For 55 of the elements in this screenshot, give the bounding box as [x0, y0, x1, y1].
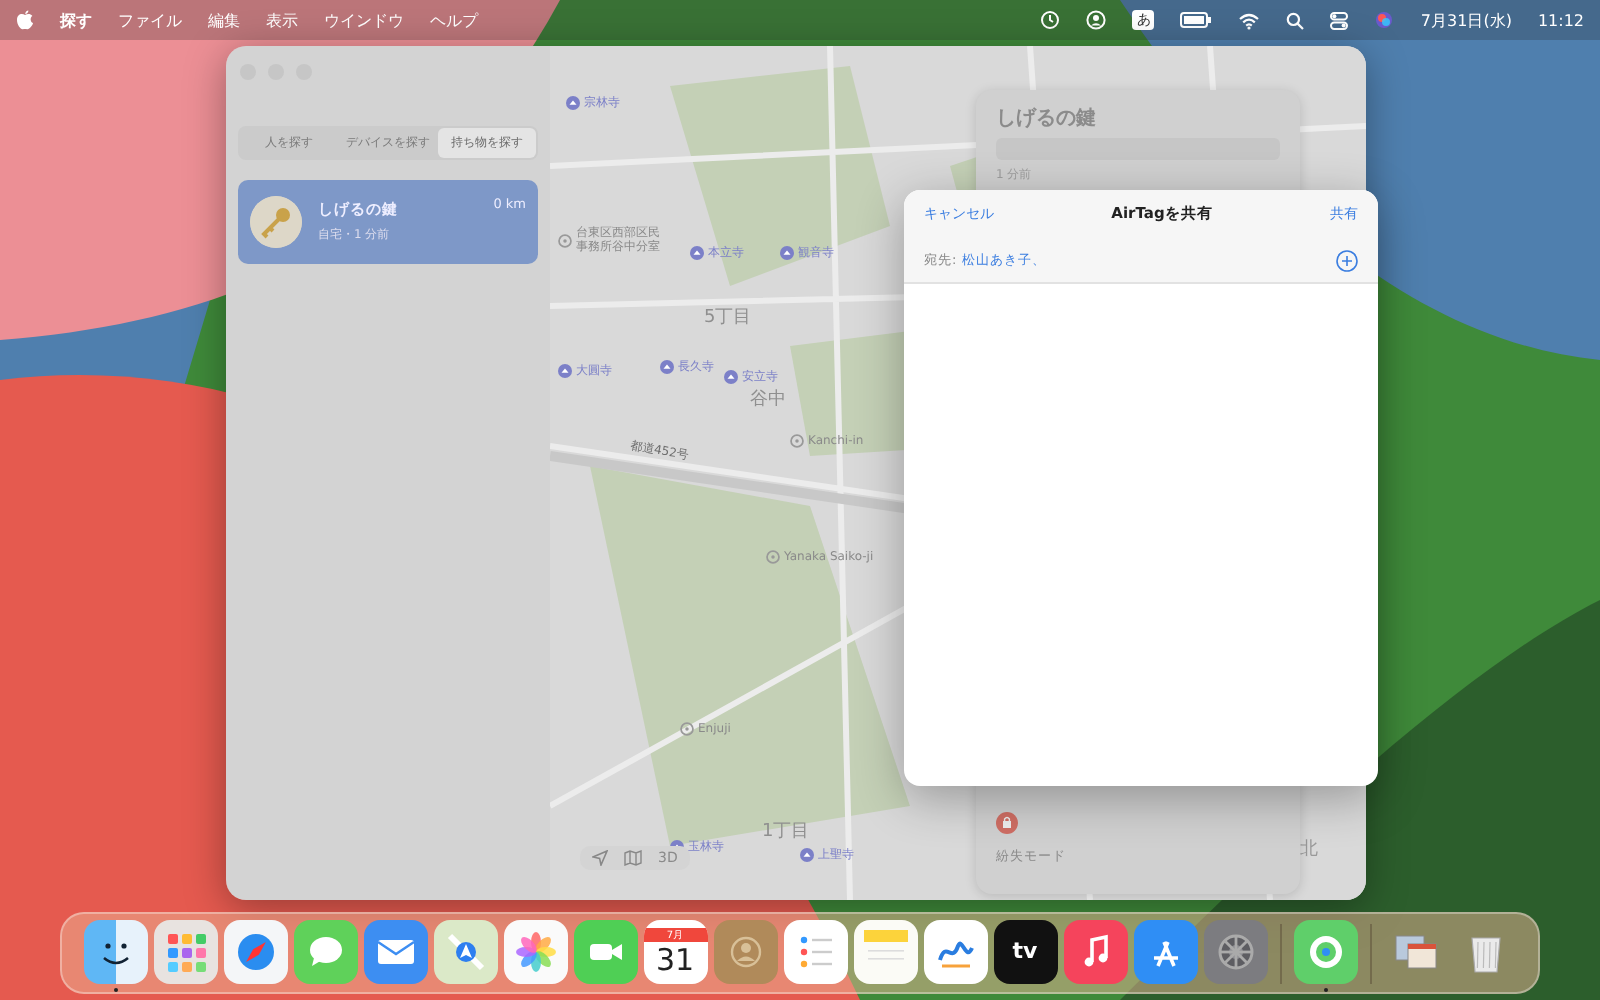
checklist-icon[interactable]: [783, 919, 847, 983]
compass-icon[interactable]: [223, 919, 287, 983]
chat-bubble-icon[interactable]: [293, 919, 357, 983]
menu-bar-clock[interactable]: 11:12: [1537, 11, 1584, 29]
temple-icon: [780, 246, 794, 260]
map-label: 谷中: [750, 387, 786, 412]
menu-item[interactable]: ウインドウ: [324, 9, 404, 31]
temple-icon: [566, 96, 580, 110]
search-icon[interactable]: [1286, 11, 1305, 29]
menu-item[interactable]: 編集: [208, 9, 240, 31]
notepad-icon[interactable]: [853, 919, 917, 983]
running-indicator: [113, 987, 117, 991]
video-camera-icon[interactable]: [573, 919, 637, 983]
envelope-icon[interactable]: [363, 919, 427, 983]
menu-bar-date[interactable]: 7月31日(水): [1420, 9, 1512, 31]
battery-icon[interactable]: [1180, 12, 1213, 28]
scribble-icon[interactable]: [923, 919, 987, 983]
radar-icon[interactable]: [1293, 919, 1357, 983]
place-icon: [790, 434, 804, 448]
add-icon[interactable]: [1336, 249, 1358, 271]
key-icon: [250, 196, 302, 248]
wifi-icon[interactable]: [1238, 11, 1261, 29]
panel-title: しげるの鍵: [996, 105, 1098, 132]
menu-item[interactable]: ファイル: [118, 9, 182, 31]
flower-icon[interactable]: [503, 919, 567, 983]
map-icon[interactable]: [433, 919, 497, 983]
place-icon: [680, 722, 694, 736]
temple-icon: [558, 364, 572, 378]
menu-item[interactable]: 表示: [266, 9, 298, 31]
temple-icon: [724, 370, 738, 384]
temple-icon: [690, 246, 704, 260]
apple-logo-icon[interactable]: [16, 10, 34, 30]
control-center-icon[interactable]: [1330, 11, 1349, 29]
place-icon: [766, 550, 780, 564]
contact-book-icon[interactable]: [713, 919, 777, 983]
location-arrow-icon[interactable]: [592, 850, 608, 866]
face-icon[interactable]: [83, 919, 147, 983]
compass[interactable]: 北: [1300, 836, 1318, 862]
siri-icon[interactable]: [1374, 10, 1395, 30]
gear-icon[interactable]: [1203, 919, 1267, 983]
clock-icon[interactable]: [1040, 10, 1061, 30]
tv-icon[interactable]: tv: [993, 919, 1057, 983]
map-label: 5丁目: [704, 306, 752, 330]
music-note-icon[interactable]: [1063, 919, 1127, 983]
temple-icon: [660, 360, 674, 374]
map-icon[interactable]: [624, 850, 642, 866]
temple-icon: [800, 848, 814, 862]
running-indicator: [1323, 987, 1327, 991]
map-label: 1丁目: [762, 820, 810, 844]
place-icon: [558, 233, 572, 248]
lock-icon: [996, 812, 1018, 834]
menu-item[interactable]: 探す: [60, 9, 92, 31]
user-icon[interactable]: [1086, 10, 1107, 30]
letter-a-icon[interactable]: [1133, 919, 1197, 983]
menu-item[interactable]: ヘルプ: [430, 9, 478, 31]
